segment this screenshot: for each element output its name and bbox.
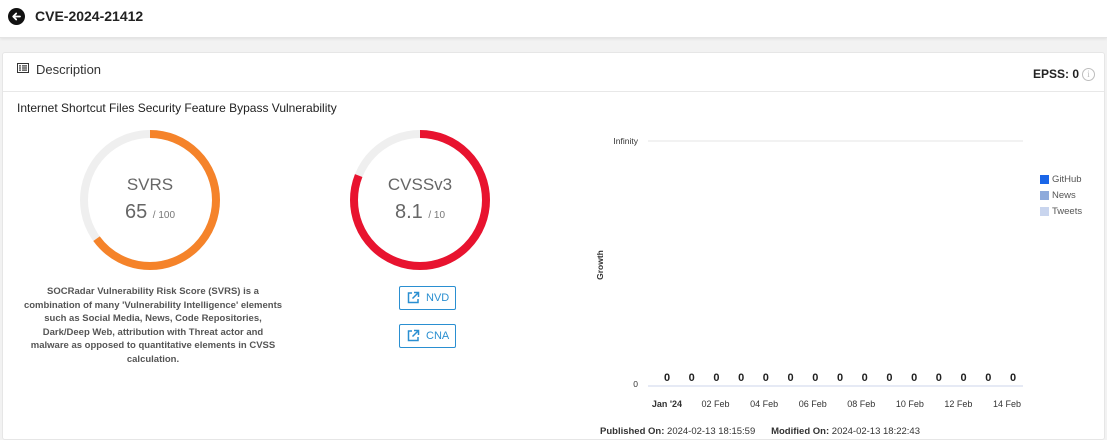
data-point-label: 0 xyxy=(788,372,794,384)
nvd-label: NVD xyxy=(426,292,450,304)
nvd-link-button[interactable]: NVD xyxy=(399,286,457,310)
x-tick-label: 14 Feb xyxy=(993,399,1021,409)
x-tick-labels: Jan '24 02 Feb 04 Feb 06 Feb 08 Feb 10 Feb 12 … xyxy=(652,399,1021,409)
data-point-label: 0 xyxy=(812,372,818,384)
vulnerability-title: Internet Shortcut Files Security Feature… xyxy=(17,101,337,115)
svrs-gauge: SVRS 65 / 100 xyxy=(77,127,223,273)
data-point-label: 0 xyxy=(713,372,719,384)
legend-label: News xyxy=(1052,189,1076,201)
svrs-denominator: / 100 xyxy=(152,210,176,221)
cvss-denominator: / 10 xyxy=(428,210,446,221)
x-tick-label: 02 Feb xyxy=(702,399,730,409)
legend-item-news[interactable]: News xyxy=(1040,187,1082,203)
cvss-gauge: CVSSv3 8.1 / 10 xyxy=(347,127,493,273)
section-label: Description xyxy=(36,62,102,77)
publish-dates: Published On: 2024-02-13 18:15:59 Modifi… xyxy=(600,426,920,437)
data-point-label: 0 xyxy=(862,372,868,384)
arrow-left-circle-icon[interactable] xyxy=(8,8,25,25)
growth-chart: Infinity 0 Growth 0 0 0 0 0 0 0 0 0 0 0 0 0 0 0 Jan '2… xyxy=(595,136,1023,409)
x-tick-label: 04 Feb xyxy=(750,399,778,409)
epss-label: EPSS: 0 xyxy=(1032,67,1079,81)
published-label: Published On: xyxy=(600,426,665,437)
x-tick-label: 10 Feb xyxy=(896,399,924,409)
legend-label: Tweets xyxy=(1052,205,1083,217)
data-point-label: 0 xyxy=(763,372,769,384)
data-point-label: 0 xyxy=(689,372,695,384)
data-point-label: 0 xyxy=(911,372,917,384)
data-point-label: 0 xyxy=(1010,372,1016,384)
data-point-label: 0 xyxy=(985,372,991,384)
modified-label: Modified On: xyxy=(771,426,830,437)
card-header: Description EPSS: 0 i xyxy=(3,53,1104,92)
top-bar: CVE-2024-21412 xyxy=(0,0,1107,38)
legend-swatch xyxy=(1040,174,1049,184)
cna-label: CNA xyxy=(426,330,450,342)
svrs-score: 65 xyxy=(124,201,148,223)
list-icon xyxy=(17,63,29,73)
legend-item-github[interactable]: GitHub xyxy=(1040,171,1082,187)
published-value: 2024-02-13 18:15:59 xyxy=(667,426,756,437)
x-tick-label: 12 Feb xyxy=(944,399,972,409)
legend-swatch xyxy=(1040,206,1049,216)
data-point-label: 0 xyxy=(886,372,892,384)
legend-label: GitHub xyxy=(1052,173,1082,185)
y-tick-label: Infinity xyxy=(613,136,638,146)
data-point-label: 0 xyxy=(936,372,942,384)
epss-indicator: EPSS: 0 i xyxy=(1033,67,1095,81)
svrs-score-block: 65 / 100 xyxy=(77,201,223,224)
info-icon[interactable]: i xyxy=(1082,67,1095,81)
cvss-score-block: 8.1 / 10 xyxy=(347,201,493,224)
chart-legend: GitHub News Tweets xyxy=(1040,171,1082,219)
cna-link-button[interactable]: CNA xyxy=(399,324,457,348)
x-tick-label: 06 Feb xyxy=(799,399,827,409)
y-axis-title: Growth xyxy=(595,250,605,280)
data-point-label: 0 xyxy=(837,372,843,384)
cvss-score: 8.1 xyxy=(394,201,423,223)
x-tick-label: 08 Feb xyxy=(847,399,875,409)
modified-value: 2024-02-13 18:22:43 xyxy=(831,426,920,437)
legend-swatch xyxy=(1040,190,1049,200)
point-labels: 0 0 0 0 0 0 0 0 0 0 0 0 0 0 0 xyxy=(664,372,1016,384)
cvss-name: CVSSv3 xyxy=(387,175,453,194)
description-card: Description EPSS: 0 i Internet Shortcut … xyxy=(2,52,1105,440)
page-title: CVE-2024-21412 xyxy=(35,8,144,24)
external-link-icon xyxy=(407,329,420,342)
external-link-icon xyxy=(407,291,420,304)
data-point-label: 0 xyxy=(738,372,744,384)
legend-item-tweets[interactable]: Tweets xyxy=(1040,203,1082,219)
svrs-description: SOCRadar Vulnerability Risk Score (SVRS)… xyxy=(23,286,283,365)
x-tick-label: Jan '24 xyxy=(652,399,682,409)
y-tick-label: 0 xyxy=(633,379,638,389)
svrs-name: SVRS xyxy=(126,175,174,194)
data-point-label: 0 xyxy=(961,372,967,384)
data-point-label: 0 xyxy=(664,372,670,384)
